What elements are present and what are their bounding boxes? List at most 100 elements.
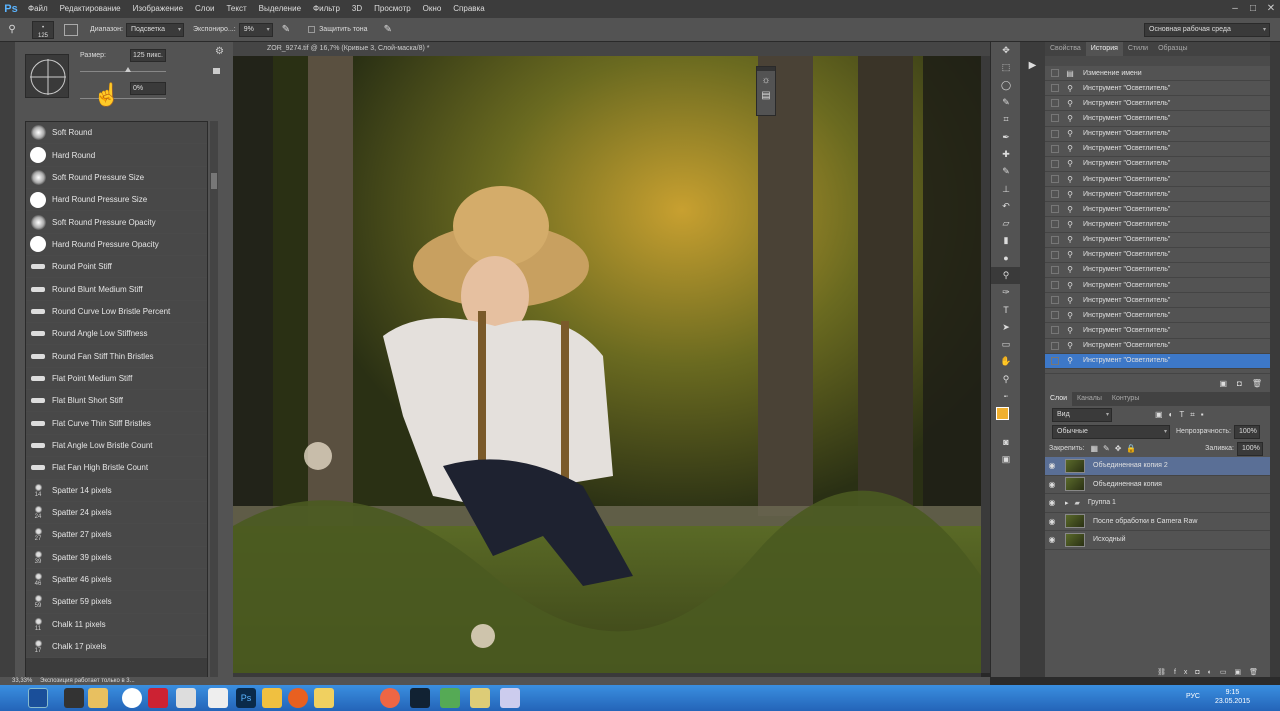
canvas-vertical-scrollbar[interactable] (981, 56, 990, 673)
history-item[interactable]: ⚲ Инструмент "Осветлитель" (1045, 293, 1270, 309)
layers-tab[interactable]: Каналы (1072, 392, 1107, 406)
menu-item[interactable]: Справка (447, 0, 490, 18)
mail-icon[interactable] (148, 688, 168, 708)
light-icon[interactable]: ☼ (757, 75, 775, 86)
visibility-eye-icon[interactable]: ◉ (1045, 535, 1059, 544)
brush-list-scrollbar[interactable] (210, 121, 218, 707)
brush-preset-item[interactable]: Soft Round (26, 122, 207, 145)
photoshop-taskbar-icon[interactable]: Ps (236, 688, 256, 708)
default-colors-icon[interactable]: ▪▫ (991, 388, 1021, 405)
menu-item[interactable]: Редактирование (54, 0, 127, 18)
history-tab[interactable]: Свойства (1045, 42, 1086, 56)
gradient-tool-icon[interactable]: ▮ (991, 232, 1021, 249)
play-icon[interactable]: ▶ (1020, 60, 1045, 71)
size-slider[interactable] (80, 71, 166, 72)
history-source-checkbox[interactable] (1051, 159, 1059, 168)
history-source-checkbox[interactable] (1051, 341, 1059, 350)
brush-preset-item[interactable]: Hard Round Pressure Opacity (26, 233, 207, 257)
menu-item[interactable]: Выделение (253, 0, 307, 18)
history-item[interactable]: ⚲ Инструмент "Осветлитель" (1045, 278, 1270, 294)
history-item[interactable]: ⚲ Инструмент "Осветлитель" (1045, 263, 1270, 278)
levels-icon[interactable]: ▤ (757, 90, 775, 101)
menu-item[interactable]: 3D (346, 0, 368, 18)
brush-preset-item[interactable]: Flat Angle Low Bristle Count (26, 434, 207, 458)
layer-filter-select[interactable]: Вид ▾ (1052, 407, 1112, 422)
protect-tones-checkbox[interactable] (308, 26, 316, 33)
history-item[interactable]: ⚲ Инструмент "Осветлитель" (1045, 353, 1270, 369)
visibility-eye-icon[interactable]: ◉ (1045, 517, 1059, 526)
history-source-checkbox[interactable] (1051, 144, 1059, 153)
color-swatches[interactable] (991, 405, 1020, 433)
minimize-icon[interactable]: – (1226, 0, 1244, 18)
files-icon[interactable] (314, 688, 334, 708)
menu-item[interactable]: Изображение (127, 0, 189, 18)
history-brush-icon[interactable]: ↶ (991, 198, 1021, 215)
layers-tab[interactable]: Контуры (1107, 392, 1144, 406)
fill-input[interactable]: 100% (1237, 441, 1263, 456)
brush-preset-item[interactable]: 59 Spatter 59 pixels (26, 591, 207, 614)
history-source-checkbox[interactable] (1051, 281, 1059, 290)
ps-doc-icon[interactable] (410, 688, 430, 708)
hand-tool-icon[interactable]: ✋ (991, 353, 1021, 370)
history-item[interactable]: ⚲ Инструмент "Осветлитель" (1045, 142, 1270, 157)
brush-preset-item[interactable]: Round Blunt Medium Stiff (26, 278, 207, 301)
menu-item[interactable]: Файл (22, 0, 54, 18)
taskbar-clock[interactable]: 9:15 23.05.2015 (1215, 688, 1250, 706)
brush-preset-item[interactable]: Round Curve Low Bristle Percent (26, 300, 207, 324)
history-item[interactable]: ⚲ Инструмент "Осветлитель" (1045, 172, 1270, 188)
picker-gear-icon[interactable]: ⚙ (215, 46, 224, 57)
history-item[interactable]: ⚲ Инструмент "Осветлитель" (1045, 157, 1270, 172)
brush-list-scroll-thumb[interactable] (211, 173, 217, 189)
size-input[interactable]: 125 пикс. (130, 49, 166, 62)
history-tab[interactable]: История (1085, 42, 1123, 56)
blur-tool-icon[interactable]: ● (991, 250, 1021, 267)
eyedropper-tool-icon[interactable]: ✒ (991, 128, 1021, 145)
history-snapshot-icon[interactable]: ◘ (1237, 379, 1242, 388)
history-source-checkbox[interactable] (1051, 326, 1059, 335)
size-slider-handle[interactable] (125, 67, 131, 72)
maximize-icon[interactable]: □ (1244, 0, 1262, 18)
brush-preset-item[interactable]: 27 Spatter 27 pixels (26, 524, 207, 547)
pressure-size-icon[interactable]: ✎ (384, 24, 392, 35)
history-tab[interactable]: Образцы (1153, 42, 1192, 56)
brush-preset-item[interactable]: Flat Fan High Bristle Count (26, 457, 207, 480)
taskbar-app-icon[interactable] (64, 688, 84, 708)
history-source-checkbox[interactable] (1051, 84, 1059, 93)
history-source-checkbox[interactable] (1051, 114, 1059, 123)
expand-arrow-icon[interactable]: ▸ (1065, 499, 1069, 507)
layer-row[interactable]: ◉ ▸ ▰ Группа 1 (1045, 494, 1270, 513)
app-window-icon[interactable] (500, 688, 520, 708)
history-item[interactable]: ⚲ Инструмент "Осветлитель" (1045, 127, 1270, 142)
start-button-icon[interactable] (28, 688, 48, 708)
explorer-icon[interactable] (88, 688, 108, 708)
range-select[interactable]: Подсветка ▾ (125, 22, 184, 37)
layers-tab[interactable]: Слои (1045, 392, 1073, 406)
healing-tool-icon[interactable]: ✚ (991, 146, 1021, 163)
airbrush-icon[interactable]: ✎ (282, 24, 290, 35)
visibility-eye-icon[interactable]: ◉ (1045, 498, 1059, 507)
brush-preset-item[interactable]: 24 Spatter 24 pixels (26, 501, 207, 525)
history-source-checkbox[interactable] (1051, 129, 1059, 138)
history-delete-icon[interactable]: 🗑 (1252, 379, 1262, 388)
history-item[interactable]: ⚲ Инструмент "Осветлитель" (1045, 187, 1270, 203)
history-source-checkbox[interactable] (1051, 265, 1059, 274)
layer-row[interactable]: ◉ Исходный (1045, 531, 1270, 550)
brush-preset-item[interactable]: Flat Curve Thin Stiff Bristles (26, 412, 207, 435)
move-tool-icon[interactable]: ✥ (991, 42, 1021, 59)
brush-preset-item[interactable]: Round Angle Low Stiffness (26, 323, 207, 346)
quick-mask-icon[interactable]: ◙ (991, 433, 1021, 450)
history-source-checkbox[interactable] (1051, 296, 1059, 305)
brush-preset-picker[interactable]: • 125 (32, 20, 54, 39)
history-item[interactable]: ⚲ Инструмент "Осветлитель" (1045, 323, 1270, 339)
archive-icon[interactable] (470, 688, 490, 708)
history-snapshot-row[interactable] (1045, 56, 1270, 66)
layer-row[interactable]: ◉ Объединенная копия 2 (1045, 457, 1270, 476)
close-icon[interactable]: ✕ (1262, 0, 1280, 18)
history-from-state-icon[interactable]: ▣ (1219, 379, 1227, 388)
brush-preset-item[interactable]: Soft Round Pressure Size (26, 166, 207, 190)
brush-preset-item[interactable]: Hard Round (26, 144, 207, 167)
quick-select-tool-icon[interactable]: ✎ (991, 94, 1021, 111)
menu-item[interactable]: Текст (220, 0, 252, 18)
history-item[interactable]: ⚲ Инструмент "Осветлитель" (1045, 202, 1270, 218)
brush-preset-item[interactable]: Round Fan Stiff Thin Bristles (26, 345, 207, 368)
